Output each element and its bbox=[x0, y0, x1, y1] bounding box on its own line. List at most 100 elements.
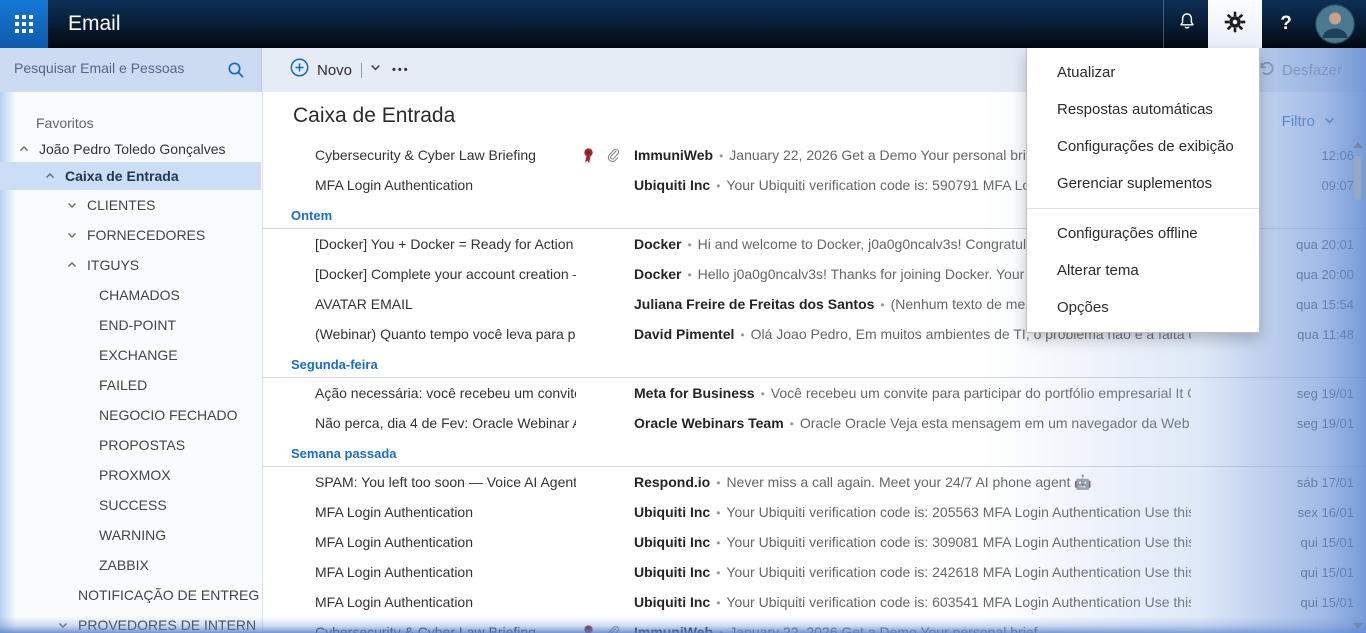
email-preview: Oracle Oracle Veja esta mensagem em um n… bbox=[800, 415, 1191, 431]
chevron-down-icon[interactable] bbox=[57, 619, 78, 631]
email-row[interactable]: MFA Login AuthenticationUbiquiti Inc•You… bbox=[263, 527, 1366, 557]
separator-bullet: • bbox=[716, 476, 720, 490]
chevron-down-icon[interactable] bbox=[369, 61, 382, 79]
email-subject: MFA Login Authentication bbox=[315, 594, 576, 610]
email-row[interactable]: SPAM: You left too soon — Voice AI Agent… bbox=[263, 467, 1366, 497]
sidebar-item-caixa-de-entrada[interactable]: Caixa de Entrada bbox=[0, 162, 261, 190]
email-sender-preview: Ubiquiti Inc•Your Ubiquiti verification … bbox=[634, 594, 1191, 610]
sidebar-item-failed[interactable]: FAILED bbox=[0, 370, 261, 400]
folder-sidebar: FavoritosJoão Pedro Toledo GonçalvesCaix… bbox=[0, 92, 261, 633]
sidebar-item-joao-pedro-toledo-goncalves[interactable]: João Pedro Toledo Gonçalves bbox=[0, 136, 261, 162]
settings-button[interactable] bbox=[1208, 0, 1262, 48]
email-row[interactable]: Ação necessária: você recebeu um convite… bbox=[263, 378, 1366, 408]
email-time: sex 16/01 bbox=[1191, 505, 1366, 520]
outlook-web-app: Email ? Novo ••• bbox=[0, 0, 1366, 633]
new-mail-label: Novo bbox=[317, 62, 352, 79]
bell-icon bbox=[1176, 11, 1198, 38]
email-subject: [Docker] Complete your account creation … bbox=[315, 266, 576, 282]
sidebar-item-clientes[interactable]: CLIENTES bbox=[0, 190, 261, 220]
sidebar-item-propostas[interactable]: PROPOSTAS bbox=[0, 430, 261, 460]
menu-item-gerenciar-suplementos[interactable]: Gerenciar suplementos bbox=[1027, 165, 1259, 202]
chevron-up-icon[interactable] bbox=[66, 259, 87, 271]
sidebar-item-label: FORNECEDORES bbox=[87, 227, 205, 243]
filter-button[interactable]: Filtro bbox=[1282, 112, 1336, 131]
divider bbox=[361, 63, 362, 78]
email-subject: MFA Login Authentication bbox=[315, 534, 576, 550]
undo-button[interactable]: Desfazer bbox=[1258, 48, 1342, 92]
separator-bullet: • bbox=[687, 268, 691, 282]
sidebar-item-zabbix[interactable]: ZABBIX bbox=[0, 550, 261, 580]
email-row[interactable]: MFA Login Authentication Ubiquiti Inc•You… bbox=[263, 587, 1366, 617]
email-time: sáb 17/01 bbox=[1191, 475, 1366, 490]
new-mail-button[interactable]: Novo bbox=[290, 48, 382, 92]
chevron-up-icon[interactable] bbox=[18, 143, 39, 155]
email-row[interactable]: Não perca, dia 4 de Fev: Oracle Webinar … bbox=[263, 408, 1366, 438]
sidebar-item-notificacao-de-entreg[interactable]: NOTIFICAÇÃO DE ENTREG bbox=[0, 580, 261, 610]
menu-item-atualizar[interactable]: Atualizar bbox=[1027, 54, 1259, 91]
email-subject: Cybersecurity & Cyber Law Briefing bbox=[315, 147, 576, 163]
email-row-icons bbox=[576, 147, 634, 164]
menu-item-respostas-automaticas[interactable]: Respostas automáticas bbox=[1027, 91, 1259, 128]
sidebar-item-end-point[interactable]: END-POINT bbox=[0, 310, 261, 340]
email-row[interactable]: Cybersecurity & Cyber Law BriefingImmuni… bbox=[263, 617, 1366, 633]
menu-item-configuracoes-offline[interactable]: Configurações offline bbox=[1027, 215, 1259, 252]
sidebar-item-provedores-de-intern[interactable]: PROVEDORES DE INTERN bbox=[0, 610, 261, 633]
menu-item-alterar-tema[interactable]: Alterar tema bbox=[1027, 252, 1259, 289]
separator-bullet: • bbox=[880, 298, 884, 312]
email-time: qui 15/01 bbox=[1191, 565, 1366, 580]
scroll-up-arrow[interactable] bbox=[1353, 142, 1363, 148]
email-time: seg 19/01 bbox=[1191, 416, 1366, 431]
date-group-label: Segunda-feira bbox=[263, 353, 1366, 378]
chevron-up-icon[interactable] bbox=[44, 170, 65, 182]
app-launcher-button[interactable] bbox=[0, 0, 48, 48]
sidebar-item-exchange[interactable]: EXCHANGE bbox=[0, 340, 261, 370]
sidebar-item-favoritos[interactable]: Favoritos bbox=[0, 110, 261, 136]
magnifier-icon[interactable] bbox=[227, 61, 245, 84]
scrollbar-thumb[interactable] bbox=[1354, 156, 1361, 200]
scroll-down-arrow[interactable] bbox=[1353, 623, 1363, 629]
sidebar-item-label: END-POINT bbox=[99, 317, 176, 333]
email-time: qui 15/01 bbox=[1191, 595, 1366, 610]
email-sender-preview: Oracle Webinars Team•Oracle Oracle Veja … bbox=[634, 415, 1191, 431]
email-preview: Your Ubiquiti verification code is: 2426… bbox=[726, 564, 1191, 580]
separator-bullet: • bbox=[740, 328, 744, 342]
email-preview: Your Ubiquiti verification code is: 3090… bbox=[726, 534, 1191, 550]
sidebar-item-negocio-fechado[interactable]: NEGOCIO FECHADO bbox=[0, 400, 261, 430]
email-row[interactable]: MFA Login AuthenticationUbiquiti Inc•You… bbox=[263, 557, 1366, 587]
email-subject: AVATAR EMAIL bbox=[315, 296, 576, 312]
ribbon-icon bbox=[576, 624, 600, 633]
message-group: Semana passadaSPAM: You left too soon — … bbox=[263, 442, 1366, 633]
sidebar-item-chamados[interactable]: CHAMADOS bbox=[0, 280, 261, 310]
sidebar-item-success[interactable]: SUCCESS bbox=[0, 490, 261, 520]
sidebar-item-warning[interactable]: WARNING bbox=[0, 520, 261, 550]
sidebar-item-label: PROPOSTAS bbox=[99, 437, 185, 453]
notifications-button[interactable] bbox=[1163, 0, 1209, 48]
sidebar-item-label: FAILED bbox=[99, 377, 147, 393]
email-preview: Hello j0a0g0ncalv3s! Thanks for joining … bbox=[698, 266, 1048, 282]
email-sender: ImmuniWeb bbox=[634, 147, 713, 163]
sidebar-item-itguys[interactable]: ITGUYS bbox=[0, 250, 261, 280]
sidebar-item-proxmox[interactable]: PROXMOX bbox=[0, 460, 261, 490]
sidebar-item-label: CHAMADOS bbox=[99, 287, 180, 303]
more-commands-button[interactable]: ••• bbox=[392, 48, 410, 92]
email-row[interactable]: MFA Login AuthenticationUbiquiti Inc•You… bbox=[263, 497, 1366, 527]
sidebar-item-fornecedores[interactable]: FORNECEDORES bbox=[0, 220, 261, 250]
sidebar-item-label: NEGOCIO FECHADO bbox=[99, 407, 237, 423]
chevron-down-icon[interactable] bbox=[66, 199, 87, 211]
email-preview: January 22, 2026 Get a Demo Your persona… bbox=[729, 147, 1048, 163]
separator-bullet: • bbox=[716, 506, 720, 520]
ribbon-icon bbox=[576, 147, 600, 164]
chevron-down-icon[interactable] bbox=[66, 229, 87, 241]
sidebar-item-label: ITGUYS bbox=[87, 257, 139, 273]
menu-item-opcoes[interactable]: Opções bbox=[1027, 289, 1259, 326]
menu-item-configuracoes-de-exibicao[interactable]: Configurações de exibição bbox=[1027, 128, 1259, 165]
help-button[interactable]: ? bbox=[1262, 0, 1310, 48]
email-sender: Docker bbox=[634, 266, 681, 282]
vertical-scrollbar[interactable] bbox=[1352, 140, 1364, 631]
account-button[interactable] bbox=[1312, 0, 1358, 48]
settings-menu: AtualizarRespostas automáticasConfiguraç… bbox=[1026, 48, 1260, 333]
sidebar-item-label: PROXMOX bbox=[99, 467, 171, 483]
search-input[interactable] bbox=[12, 59, 206, 77]
separator-bullet: • bbox=[716, 536, 720, 550]
gear-icon bbox=[1224, 11, 1246, 38]
